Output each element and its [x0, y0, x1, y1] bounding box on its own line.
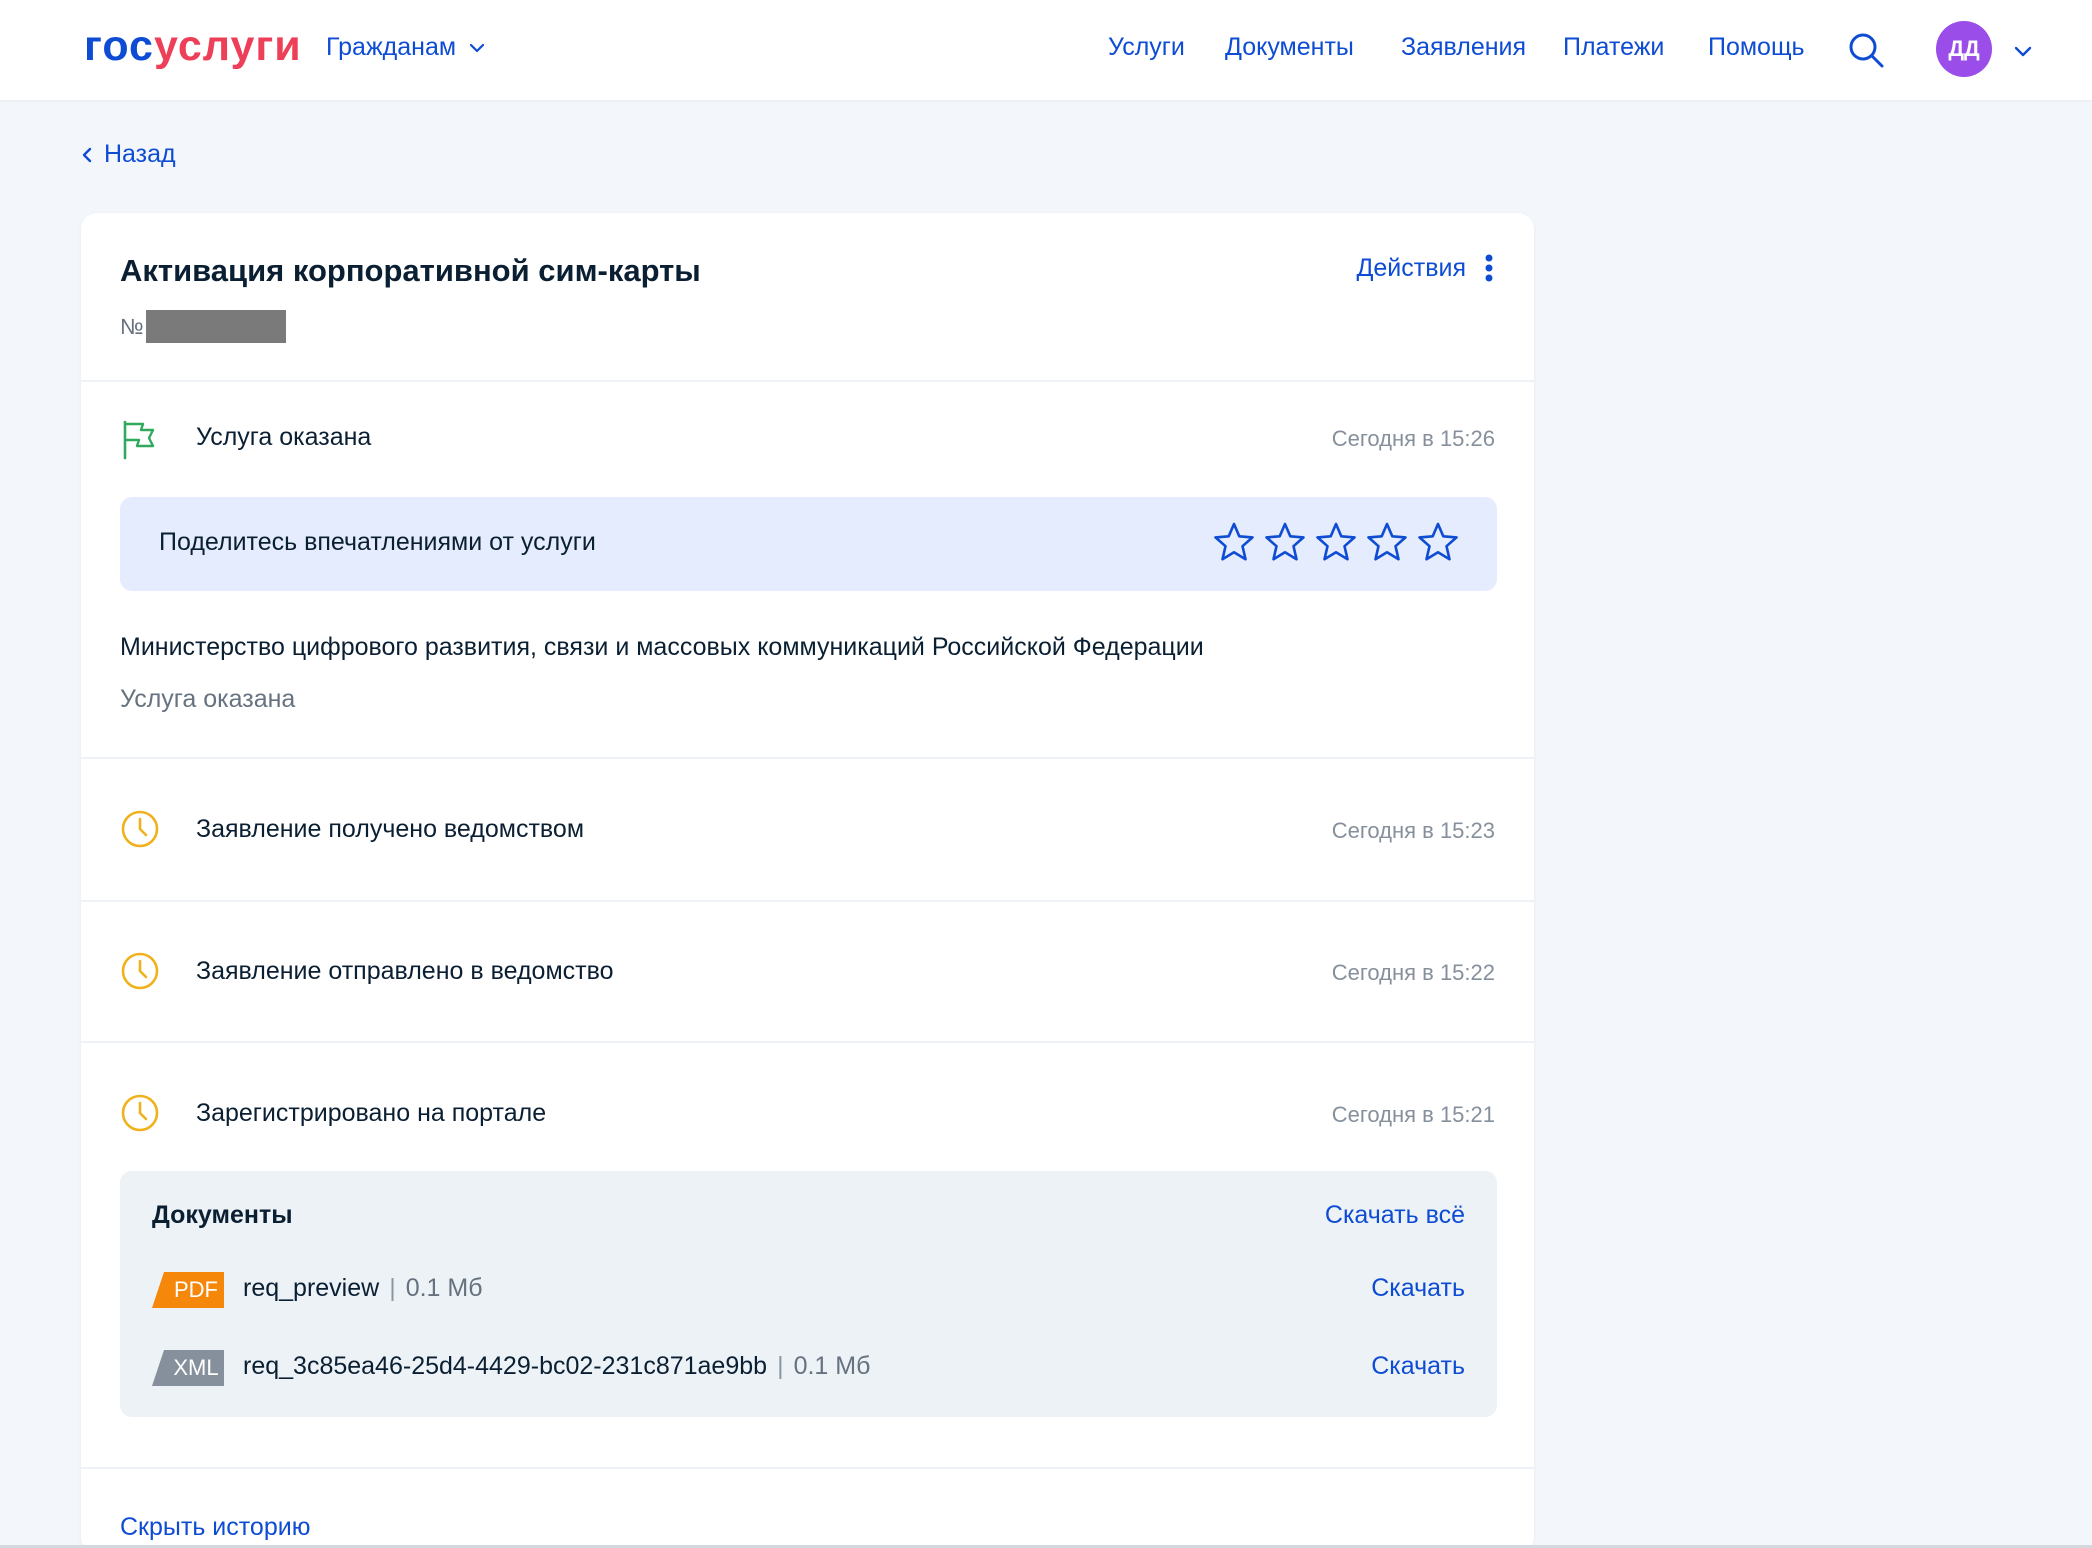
- hide-history-link[interactable]: Скрыть историю: [120, 1513, 310, 1542]
- top-header: госуслуги Гражданам Услуги Документы Зая…: [0, 0, 2092, 100]
- rating-stars: [1213, 521, 1459, 563]
- download-link[interactable]: Скачать: [1371, 1352, 1465, 1381]
- document-name: req_3c85ea46-25d4-4429-bc02-231c871ae9bb: [243, 1352, 768, 1380]
- chevron-down-icon: [469, 43, 485, 52]
- order-title: Активация корпоративной сим-карты: [120, 253, 701, 288]
- star-icon[interactable]: [1417, 521, 1459, 563]
- star-icon[interactable]: [1366, 521, 1408, 563]
- event-label: Заявление отправлено в ведомство: [196, 957, 614, 985]
- actions-button[interactable]: Действия: [1356, 253, 1494, 283]
- nav-payments[interactable]: Платежи: [1563, 33, 1664, 62]
- region-selector[interactable]: Гражданам: [326, 33, 486, 62]
- order-card: Активация корпоративной сим-карты № Дейс…: [81, 213, 1534, 1548]
- xml-file-icon: XML: [152, 1350, 224, 1386]
- order-number: №: [120, 310, 286, 343]
- redacted-number: [145, 310, 286, 343]
- chevron-left-icon: [82, 147, 92, 162]
- event-time: Сегодня в 15:21: [1331, 1102, 1495, 1127]
- download-all-link[interactable]: Скачать всё: [1325, 1201, 1465, 1230]
- document-name: req_preview: [243, 1274, 380, 1302]
- divider: [81, 757, 1534, 759]
- region-label: Гражданам: [326, 33, 457, 61]
- star-icon[interactable]: [1264, 521, 1306, 563]
- flag-icon: [123, 420, 155, 460]
- nav-services[interactable]: Услуги: [1108, 33, 1185, 62]
- event-label: Зарегистрировано на портале: [196, 1099, 547, 1127]
- document-size: 0.1 Мб: [793, 1352, 871, 1380]
- pdf-file-icon: PDF: [152, 1272, 224, 1308]
- divider: [81, 1041, 1534, 1043]
- divider: [81, 900, 1534, 902]
- event-time: Сегодня в 15:26: [1331, 426, 1495, 451]
- divider: [81, 380, 1534, 382]
- organization-status: Услуга оказана: [120, 685, 296, 713]
- rating-panel: Поделитесь впечатлениями от услуги: [120, 497, 1497, 591]
- document-row: PDF req_preview | 0.1 Мб Скачать: [152, 1270, 1465, 1310]
- nav-help[interactable]: Помощь: [1708, 33, 1805, 62]
- star-icon[interactable]: [1315, 521, 1357, 563]
- event-label: Услуга оказана: [196, 423, 372, 451]
- event-label: Заявление получено ведомством: [196, 815, 585, 843]
- more-vertical-icon: [1485, 254, 1493, 282]
- clock-icon: [121, 810, 159, 848]
- clock-icon: [121, 952, 159, 990]
- back-label: Назад: [104, 140, 176, 168]
- clock-icon: [121, 1094, 159, 1132]
- download-link[interactable]: Скачать: [1371, 1274, 1465, 1303]
- documents-panel: Документы Скачать всё PDF req_preview | 0.…: [120, 1171, 1497, 1417]
- event-time: Сегодня в 15:23: [1331, 818, 1495, 843]
- document-size: 0.1 Мб: [405, 1274, 483, 1302]
- chevron-down-icon[interactable]: [2012, 40, 2034, 62]
- documents-title: Документы: [152, 1201, 293, 1229]
- avatar[interactable]: ДД: [1936, 21, 1992, 77]
- star-icon[interactable]: [1213, 521, 1255, 563]
- document-row: XML req_3c85ea46-25d4-4429-bc02-231c871a…: [152, 1348, 1465, 1388]
- actions-label: Действия: [1356, 253, 1466, 282]
- divider: [81, 1467, 1534, 1469]
- nav-applications[interactable]: Заявления: [1401, 33, 1526, 62]
- organization-name: Министерство цифрового развития, связи и…: [120, 633, 1204, 661]
- gosuslugi-logo[interactable]: госуслуги: [84, 22, 302, 71]
- nav-documents[interactable]: Документы: [1225, 33, 1354, 62]
- search-icon[interactable]: [1846, 30, 1886, 70]
- back-link[interactable]: Назад: [80, 140, 176, 169]
- rating-prompt: Поделитесь впечатлениями от услуги: [159, 528, 596, 556]
- event-time: Сегодня в 15:22: [1331, 960, 1495, 985]
